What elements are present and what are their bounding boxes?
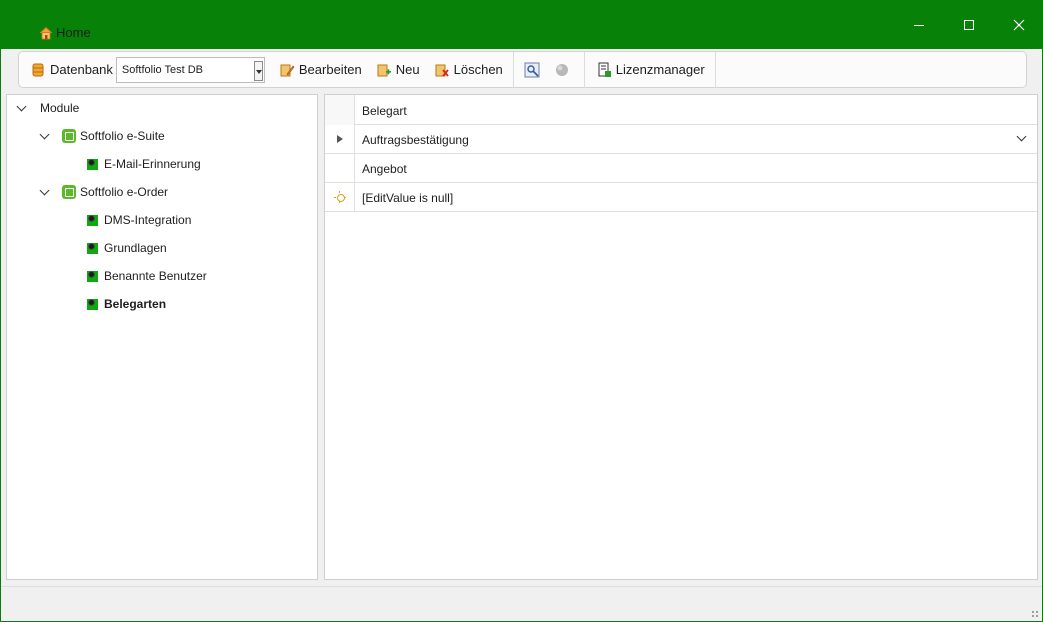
chat-icon <box>554 62 570 78</box>
tree-node-dms-integration[interactable]: DMS-Integration <box>87 210 191 230</box>
datenbank-group: Datenbank Softfolio Test DB <box>19 52 265 87</box>
license-icon <box>596 62 612 78</box>
home-tab[interactable]: Home <box>39 25 91 40</box>
maximize-icon <box>963 19 974 30</box>
lizenzmanager-label: Lizenzmanager <box>615 62 705 77</box>
datenbank-label: Datenbank <box>50 62 113 77</box>
tree-node-label-selected: Belegarten <box>104 297 167 311</box>
minimize-icon <box>913 24 924 26</box>
chevron-down-icon[interactable] <box>1016 131 1027 142</box>
close-button[interactable] <box>994 1 1043 49</box>
current-row-icon <box>336 135 343 143</box>
chat-button[interactable] <box>544 52 584 87</box>
tree-node-label: DMS-Integration <box>104 213 192 227</box>
module-gear-icon <box>87 158 98 170</box>
tree-node-label: Softfolio e-Order <box>80 185 169 199</box>
e-order-icon <box>62 185 76 199</box>
loeschen-button[interactable]: Löschen <box>420 52 513 87</box>
settings-tool-button[interactable] <box>514 52 544 87</box>
tree-node-label: Benannte Benutzer <box>104 269 207 283</box>
grid-cell[interactable]: Angebot <box>362 162 407 176</box>
neu-label: Neu <box>395 62 420 77</box>
tree-node-label: Module <box>40 101 80 115</box>
chevron-down-icon[interactable] <box>40 187 50 197</box>
module-gear-icon <box>87 298 98 310</box>
dropdown-arrow-icon[interactable] <box>253 60 263 81</box>
table-row[interactable]: Auftragsbestätigung <box>325 125 1037 154</box>
database-select-value: Softfolio Test DB <box>121 63 204 76</box>
bearbeiten-label: Bearbeiten <box>298 62 362 77</box>
module-gear-icon <box>87 214 98 226</box>
belegart-grid: Belegart Auftragsbestätigung Angebot [Ed… <box>324 94 1038 580</box>
tree-node-label: E-Mail-Erinnerung <box>104 157 201 171</box>
database-icon <box>30 62 46 78</box>
grid-cell[interactable]: [EditValue is null] <box>362 191 453 205</box>
title-bar: Home <box>1 1 1042 49</box>
neu-button[interactable]: Neu <box>362 52 420 87</box>
tree-node-benannte-benutzer[interactable]: Benannte Benutzer <box>87 266 207 286</box>
new-item-row[interactable]: [EditValue is null] <box>325 183 1037 212</box>
tree-node-e-suite[interactable]: Softfolio e-Suite <box>40 126 165 146</box>
column-header-belegart[interactable]: Belegart <box>362 104 407 118</box>
home-label: Home <box>56 25 91 40</box>
row-indicator <box>325 183 355 211</box>
new-row-icon <box>333 191 346 203</box>
close-icon <box>1013 19 1025 31</box>
minimize-button[interactable] <box>894 1 944 49</box>
database-select[interactable]: Softfolio Test DB <box>115 56 265 83</box>
tree-node-grundlagen[interactable]: Grundlagen <box>87 238 167 258</box>
row-indicator <box>325 125 355 153</box>
module-gear-icon <box>87 270 98 282</box>
chevron-down-icon[interactable] <box>17 103 27 113</box>
module-gear-icon <box>87 242 98 254</box>
settings-tool-icon <box>524 62 540 78</box>
tree-node-label: Softfolio e-Suite <box>80 129 165 143</box>
e-suite-icon <box>62 129 76 143</box>
row-indicator-header <box>325 95 355 125</box>
edit-icon <box>279 62 295 78</box>
row-indicator <box>325 154 355 182</box>
tree-node-belegarten[interactable]: Belegarten <box>87 294 166 314</box>
toolbar-separator <box>714 51 716 88</box>
lizenzmanager-button[interactable]: Lizenzmanager <box>585 52 715 87</box>
tree-node-module[interactable]: Module <box>17 98 79 118</box>
tree-node-e-order[interactable]: Softfolio e-Order <box>40 182 168 202</box>
table-row[interactable]: Angebot <box>325 154 1037 183</box>
bearbeiten-button[interactable]: Bearbeiten <box>265 52 362 87</box>
grid-cell[interactable]: Auftragsbestätigung <box>362 133 469 147</box>
tree-node-e-mail-erinnerung[interactable]: E-Mail-Erinnerung <box>87 154 201 174</box>
loeschen-label: Löschen <box>453 62 503 77</box>
chevron-down-icon[interactable] <box>40 131 50 141</box>
grid-header: Belegart <box>325 95 1037 125</box>
delete-icon <box>434 62 450 78</box>
tree-node-label: Grundlagen <box>104 241 167 255</box>
new-icon <box>376 62 392 78</box>
app-window: Home Datenbank Softfolio Test DB Bearbei… <box>0 0 1043 622</box>
maximize-button[interactable] <box>944 1 994 49</box>
module-tree: Module Softfolio e-Suite E-Mail-Erinneru… <box>6 94 318 580</box>
home-icon <box>39 26 53 40</box>
resize-grip-icon[interactable] <box>1031 610 1039 618</box>
toolbar: Datenbank Softfolio Test DB Bearbeiten N… <box>18 51 1027 88</box>
status-bar <box>1 586 1042 621</box>
